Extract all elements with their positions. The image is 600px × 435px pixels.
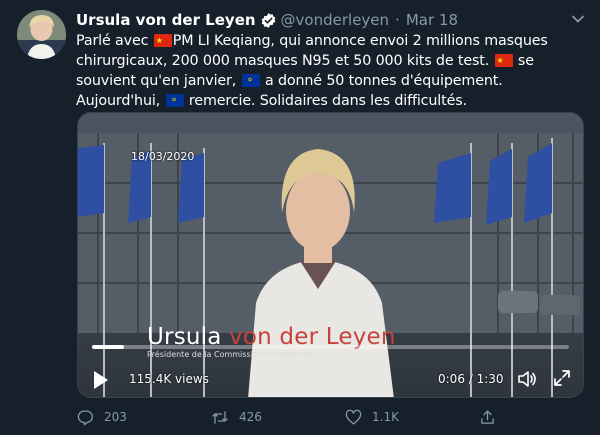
share-button[interactable] (479, 409, 506, 426)
video-progress-fill (92, 345, 124, 349)
share-icon (481, 409, 494, 424)
avatar-image (17, 10, 66, 59)
volume-icon[interactable] (516, 368, 538, 390)
retweet-icon (212, 410, 228, 424)
retweet-count: 426 (239, 410, 262, 424)
video-view-count: 115.4K views (129, 372, 209, 386)
more-options-chevron-down-icon[interactable] (568, 9, 588, 29)
video-player[interactable]: 18/03/2020 Ursula von der Leyen Présiden… (77, 112, 584, 398)
video-timecode: 0:06 / 1:30 (438, 372, 504, 386)
like-button[interactable]: 1.1K (345, 409, 479, 426)
tweet[interactable]: Ursula von der Leyen @vonderleyen · Mar … (0, 0, 600, 435)
video-title-caption: Présidente de la Commission européenne (147, 350, 314, 359)
reply-count: 203 (104, 410, 127, 424)
reply-button[interactable]: 203 (77, 409, 211, 426)
flag-eu-icon (165, 90, 184, 110)
verified-badge-icon (260, 12, 277, 29)
tweet-text: Parlé avec PM LI Keqiang, qui annonce en… (76, 31, 591, 111)
avatar[interactable] (17, 10, 66, 59)
fullscreen-icon[interactable] (552, 368, 572, 388)
flag-china-icon (494, 51, 513, 71)
play-button[interactable] (92, 369, 110, 391)
retweet-button[interactable]: 426 (211, 409, 345, 426)
like-count: 1.1K (372, 410, 399, 424)
video-progress-bar[interactable] (92, 345, 569, 349)
tweet-text-part: remercie. Solidaires dans les difficulté… (184, 93, 467, 109)
heart-icon (345, 409, 362, 425)
author-handle[interactable]: @vonderleyen (281, 11, 390, 29)
tweet-header: Ursula von der Leyen @vonderleyen · Mar … (76, 9, 458, 31)
flag-china-icon (153, 31, 172, 51)
tweet-timestamp[interactable]: Mar 18 (406, 11, 458, 29)
play-icon (94, 371, 108, 389)
tweet-text-part: Parlé avec (76, 33, 153, 49)
video-date-overlay: 18/03/2020 (131, 150, 195, 163)
separator-dot: · (395, 11, 400, 29)
flag-eu-icon (241, 70, 260, 90)
author-name[interactable]: Ursula von der Leyen (76, 11, 256, 29)
reply-icon (77, 409, 93, 425)
tweet-action-bar: 203 426 1.1K (77, 408, 577, 426)
